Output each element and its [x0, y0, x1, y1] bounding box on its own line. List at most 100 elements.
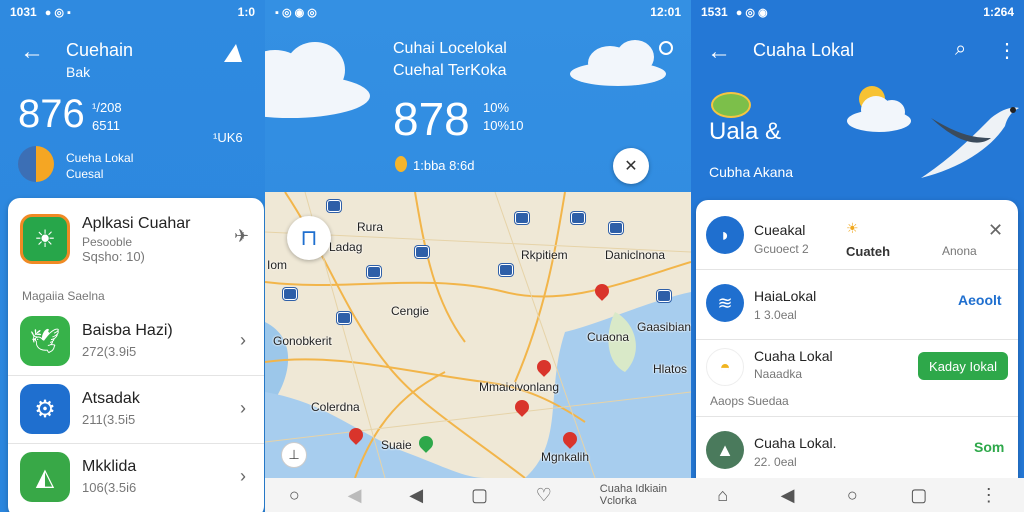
satellite-icon[interactable]: ✈ [234, 226, 249, 247]
list-item[interactable]: 🕊 Baisba Hazi) 272(3.9i5 › [8, 308, 264, 376]
home-circle-icon[interactable]: ○ [847, 485, 858, 506]
close-icon[interactable]: ✕ [988, 220, 1003, 241]
compass-icon[interactable]: ⊥ [281, 442, 307, 468]
map-view[interactable]: ⊓ ⊥ Rura Ladag Iom Rkpitiem Daniclnona C… [265, 192, 691, 478]
temperature: 878 [393, 93, 470, 145]
map-label: Hlatos [653, 362, 688, 376]
status-bar: 1031 ● ◎ ▪ 1:0 [0, 0, 265, 24]
map-label: Suaie [381, 438, 412, 452]
install-button[interactable]: Kaday Iokal [918, 352, 1008, 380]
route-marker-icon [515, 212, 529, 224]
list-item-sub: 1 3.0eal [754, 308, 797, 322]
temp-detail-bottom: 6511 [92, 118, 120, 133]
route-marker-icon [415, 246, 429, 258]
location-pin-icon [395, 156, 407, 172]
chevron-right-icon: › [240, 398, 246, 418]
temperature: 876 [18, 92, 85, 136]
heart-icon[interactable]: ♡ [536, 485, 552, 506]
card-title: Aplkasi Cuahar [82, 215, 191, 232]
list-item-title: Cuaha Lokal. [754, 435, 837, 451]
location-line: 1:bba 8:6d [413, 158, 475, 173]
section-label: Magaiia Saelna [22, 289, 105, 303]
map-label: Daniclnona [605, 248, 666, 262]
route-marker-icon [367, 266, 381, 278]
list-item[interactable]: ≋ HaiaLokal 1 3.0eal Aeoolt [696, 270, 1018, 340]
weather-screen-left: 1031 ● ◎ ▪ 1:0 ← Cuehain Bak 876 ¹/208 6… [0, 0, 265, 512]
status-time: 1531 [701, 5, 728, 19]
temp-detail-bottom: 10%10 [483, 118, 524, 133]
list-card: ◗ Cueakal Gcuoect 2 ☀ Cuateh Anona ✕ ≋ H… [696, 200, 1018, 500]
sail-icon [222, 42, 244, 64]
chart-icon: ◭ [20, 452, 70, 502]
back-icon[interactable]: ◀ [348, 485, 362, 506]
chevron-right-icon: › [240, 466, 246, 486]
recents-icon[interactable]: ▢ [910, 485, 927, 506]
list-item-sub: 272(3.9i5 [82, 344, 137, 359]
card-sub1: Pesooble [82, 235, 133, 249]
bird-icon [911, 98, 1021, 188]
list-item[interactable]: ▲ Cuaha Lokal. 22. 0eal Som [696, 416, 1018, 486]
search-icon[interactable]: ⌕ [955, 38, 966, 61]
home-icon[interactable]: ○ [289, 485, 300, 506]
android-nav-bar: ⌂ ◀ ○ ▢ ⋮ [691, 478, 1024, 512]
back-arrow-icon[interactable]: ← [20, 38, 44, 66]
temp-detail-top: 10% [483, 100, 510, 115]
weather-map-screen: ▪ ◎ ◉ ◎ 12:01 Cuhai Locelokal Cuehal Ter… [265, 0, 691, 512]
action-link[interactable]: Som [974, 439, 1004, 455]
weather-badge-icon [711, 92, 751, 118]
location-name: Cueha Lokal [66, 151, 134, 165]
refresh-icon[interactable] [659, 41, 673, 55]
more-vert-icon[interactable]: ⋮ [997, 38, 1017, 63]
more-icon[interactable]: ⋮ [980, 485, 998, 506]
map-label: Gonobkerit [273, 334, 332, 348]
list-item-sub: 106(3.5i6 [82, 480, 137, 495]
status-time: 12:01 [650, 5, 681, 19]
route-marker-icon [609, 222, 623, 234]
route-marker-icon [337, 312, 351, 324]
list-item[interactable]: ◗ Cueakal Gcuoect 2 ☀ Cuateh Anona ✕ [696, 200, 1018, 270]
map-label: Mmaicivonlang [479, 380, 560, 394]
list-item-sub: Naaadka [754, 367, 803, 381]
action-link[interactable]: Aeoolt [958, 292, 1002, 308]
landscape-icon: ▲ [706, 431, 744, 469]
bird-icon: 🕊 [20, 316, 70, 366]
list-item[interactable]: ◭ Mkklida 106(3.5i6 › [8, 444, 264, 512]
list-item-title: Cuaha Lokal [754, 348, 833, 364]
cloud-icon [265, 40, 375, 120]
recents-icon[interactable]: ▢ [471, 485, 488, 506]
map-label: Cuaona [587, 330, 630, 344]
route-marker-icon [499, 264, 513, 276]
status-right: 1:0 [237, 5, 255, 19]
list-item-sub: Gcuoect 2 [754, 242, 809, 256]
location-sub: Cuesal [66, 167, 104, 181]
brand-label: Cuateh [846, 244, 891, 259]
home-icon[interactable]: ⌂ [717, 485, 728, 506]
page-title: Cuaha Lokal [753, 40, 855, 60]
status-time: 1031 [10, 5, 37, 19]
list-item-title: HaiaLokal [754, 288, 817, 304]
status-bar: ▪ ◎ ◉ ◎ 12:01 [265, 0, 691, 24]
close-icon[interactable]: ✕ [613, 148, 649, 184]
corner-label: Cuaha Idkiain Vclorka [599, 483, 668, 507]
cloud-icon [570, 40, 670, 88]
page-title: Cuehain [66, 40, 134, 60]
sun-rays-icon: ☀ [846, 220, 859, 236]
map-label: Gaasibiani [637, 320, 691, 334]
notification-icons: ▪ ◎ ◉ ◎ [275, 6, 317, 19]
hero-subtitle: Cubha Akana [709, 164, 794, 180]
map-label: Mgnkalih [541, 450, 590, 464]
map-label: Iom [267, 258, 288, 272]
list-item[interactable]: ⚙ Atsadak 211(3.5i5 › [8, 376, 264, 444]
back-arrow-icon[interactable]: ← [707, 38, 731, 66]
route-marker-icon [657, 290, 671, 302]
map-label: Rura [357, 220, 384, 234]
list-item-title: Baisba Hazi) [82, 322, 173, 339]
sun-app-icon: ☀ [20, 214, 70, 264]
wave-icon: ◗ [706, 216, 744, 254]
status-right: 1:264 [983, 5, 1014, 19]
notification-icons: ● ◎ ▪ [44, 6, 71, 19]
list-item[interactable]: ◓ Cuaha Lokal Naaadka Kaday Iokal [696, 340, 1018, 392]
back-icon[interactable]: ◀ [409, 485, 423, 506]
navigation-icon[interactable]: ⊓ [287, 216, 331, 260]
back-icon[interactable]: ◀ [781, 485, 795, 506]
